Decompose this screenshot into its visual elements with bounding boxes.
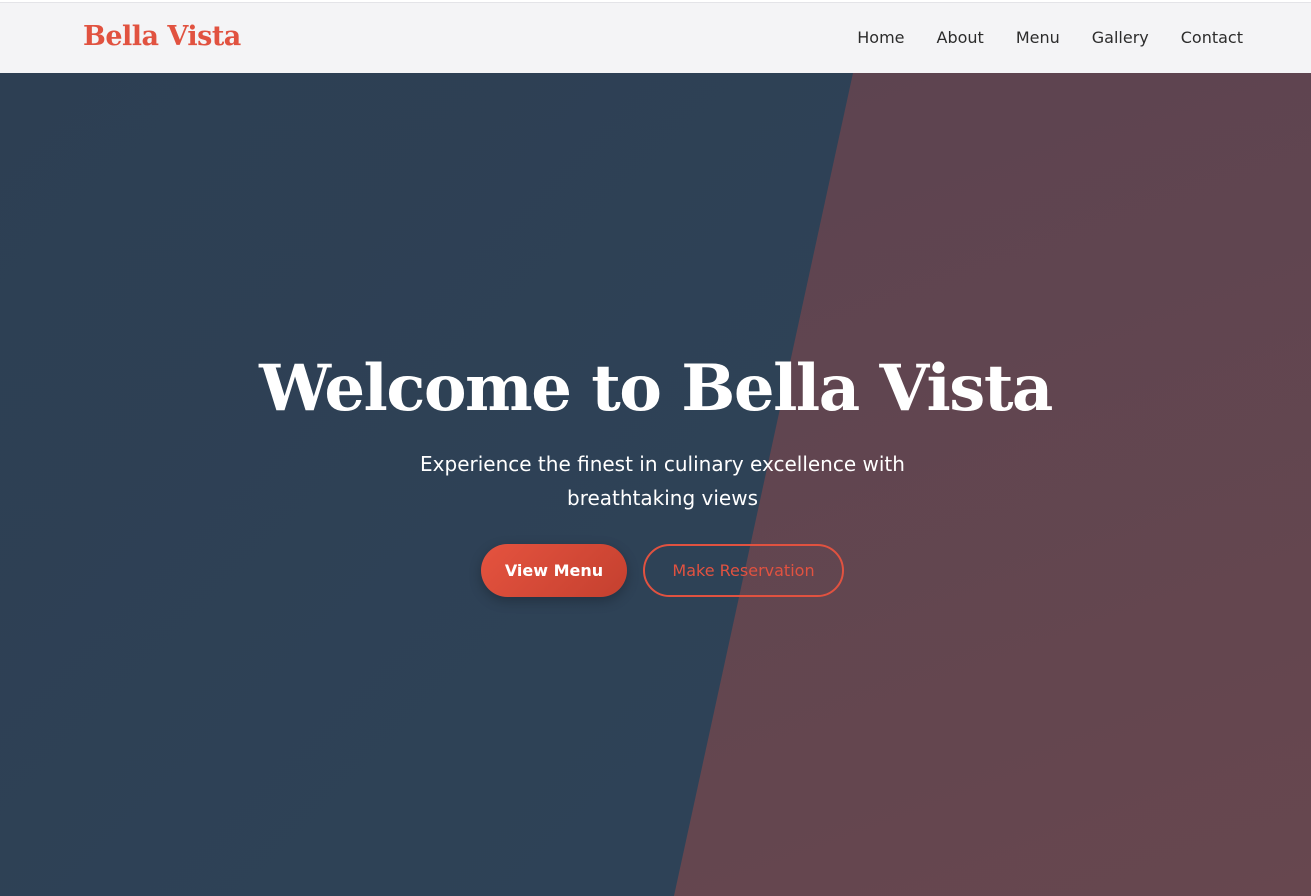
nav-link-gallery[interactable]: Gallery — [1092, 28, 1149, 47]
view-menu-button[interactable]: View Menu — [481, 544, 627, 597]
nav-link-home[interactable]: Home — [857, 28, 904, 47]
navbar: Bella Vista Home About Menu Gallery Cont… — [0, 2, 1311, 73]
hero-title: Welcome to Bella Vista — [259, 351, 1053, 426]
make-reservation-button[interactable]: Make Reservation — [643, 544, 844, 597]
hero-section: Welcome to Bella Vista Experience the fi… — [0, 73, 1311, 896]
nav-link-menu[interactable]: Menu — [1016, 28, 1060, 47]
brand-logo[interactable]: Bella Vista — [83, 21, 241, 52]
nav-link-contact[interactable]: Contact — [1181, 28, 1243, 47]
nav-links: Home About Menu Gallery Contact — [825, 28, 1243, 47]
nav-link-about[interactable]: About — [937, 28, 984, 47]
hero-subtitle: Experience the finest in culinary excell… — [420, 452, 905, 510]
